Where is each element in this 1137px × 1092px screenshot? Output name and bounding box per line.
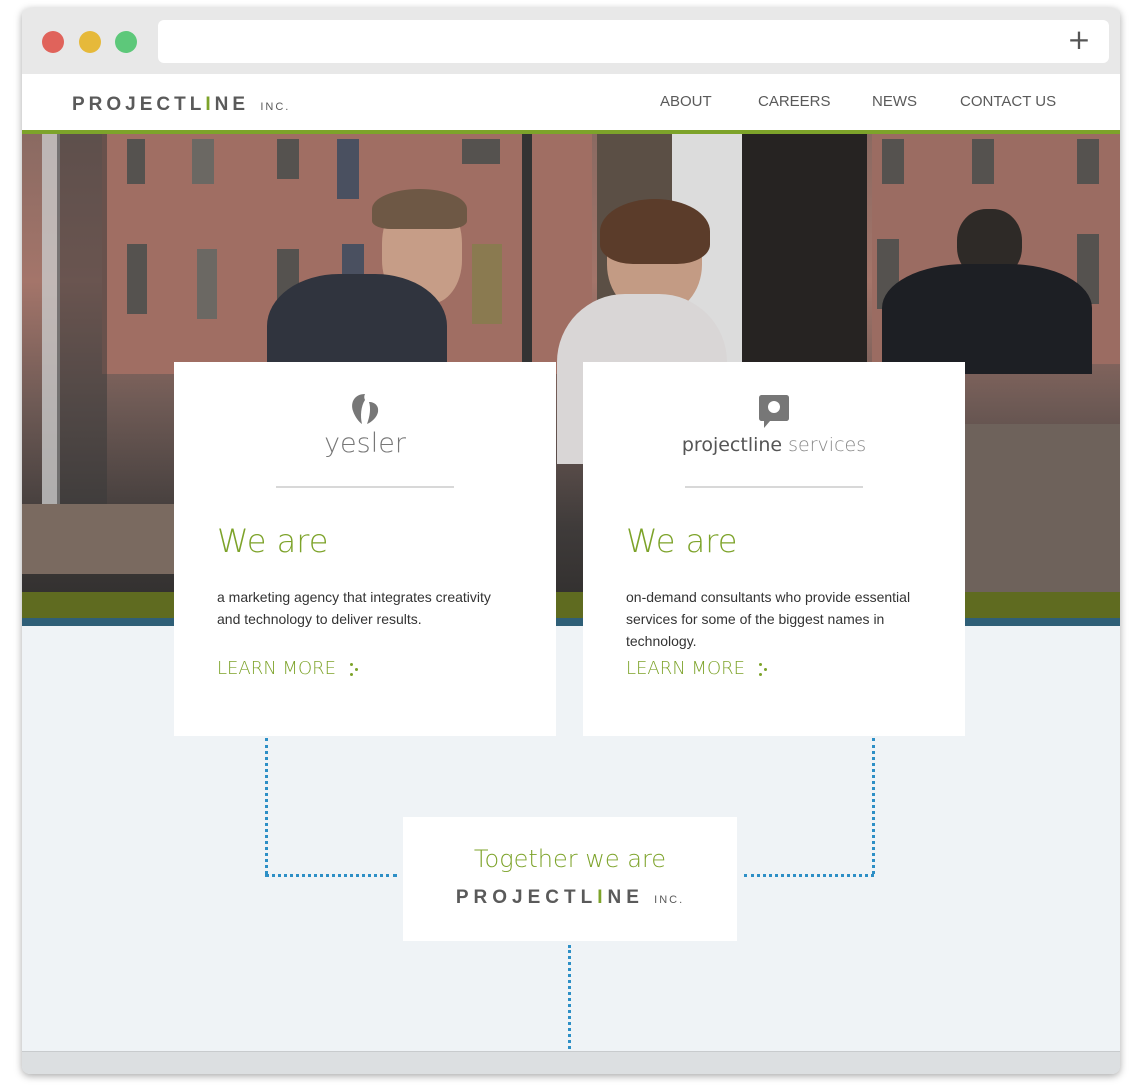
yesler-leaf-icon	[352, 394, 379, 424]
logo-text-inc: INC.	[654, 894, 685, 906]
logo-text-part1: PROJECTL	[72, 94, 206, 115]
learn-more-label: LEARN MORE	[217, 658, 336, 679]
nav-careers[interactable]: CAREERS	[758, 93, 831, 110]
logo-text-part2: NE	[214, 94, 250, 115]
projectline-p-icon	[759, 395, 789, 428]
logo-text-highlight: I	[597, 887, 608, 908]
logo-text-part2: NE	[607, 887, 644, 908]
connector-line-bottom	[568, 945, 571, 1049]
logo-text-highlight: I	[205, 94, 215, 115]
site-logo[interactable]: PROJECTLINE INC.	[72, 94, 290, 116]
learn-more-link[interactable]: LEARN MORE	[626, 658, 771, 679]
yesler-wordmark: yesler	[324, 428, 406, 459]
yesler-logo[interactable]: yesler	[174, 392, 556, 459]
brand-name: projectline	[681, 434, 783, 456]
new-tab-button[interactable]: +	[1064, 25, 1094, 55]
nav-news[interactable]: NEWS	[872, 93, 917, 110]
together-box: Together we are PROJECTLINE INC.	[403, 817, 737, 941]
browser-window: + PROJECTLINE INC. ABOUT CAREERS NEWS CO…	[22, 8, 1120, 1074]
minimize-window-button[interactable]	[79, 31, 101, 53]
card-description: a marketing agency that integrates creat…	[217, 589, 491, 627]
arrow-dots-icon	[348, 661, 362, 677]
projectline-services-wordmark: projectline services	[583, 434, 965, 456]
maximize-window-button[interactable]	[115, 31, 137, 53]
nav-about[interactable]: ABOUT	[660, 93, 712, 110]
arrow-dots-icon	[757, 661, 771, 677]
nav-contact-us[interactable]: CONTACT US	[960, 93, 1056, 110]
card-headline: We are	[626, 522, 738, 560]
learn-more-label: LEARN MORE	[626, 658, 745, 679]
close-window-button[interactable]	[42, 31, 64, 53]
connector-line-left	[265, 738, 268, 874]
card-divider	[276, 486, 454, 488]
site-header: PROJECTLINE INC. ABOUT CAREERS NEWS CONT…	[22, 74, 1120, 134]
together-logo[interactable]: PROJECTLINE INC.	[403, 887, 737, 909]
yesler-card: yesler We are a marketing agency that in…	[174, 362, 556, 736]
card-description: on-demand consultants who provide essent…	[626, 589, 911, 649]
logo-text-part1: PROJECTL	[455, 887, 598, 908]
address-bar[interactable]	[158, 20, 1109, 63]
connector-line-left-horizontal	[265, 874, 397, 877]
card-headline: We are	[217, 522, 329, 560]
bottom-band	[22, 1051, 1120, 1074]
connector-line-right	[872, 738, 875, 874]
browser-chrome: +	[22, 8, 1120, 74]
learn-more-link[interactable]: LEARN MORE	[217, 658, 362, 679]
connector-line-right-horizontal	[744, 874, 874, 877]
together-line: Together we are	[473, 845, 667, 873]
projectline-services-card: projectline services We are on-demand co…	[583, 362, 965, 736]
brand-suffix: services	[788, 434, 867, 456]
logo-text-inc: INC.	[260, 101, 291, 113]
card-divider	[685, 486, 863, 488]
projectline-services-logo[interactable]: projectline services	[583, 392, 965, 456]
